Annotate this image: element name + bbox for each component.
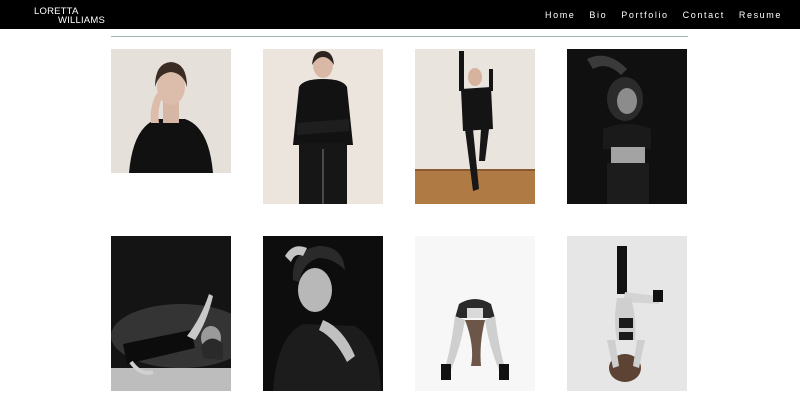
nav-portfolio[interactable]: Portfolio: [621, 10, 668, 20]
site-header: LORETTA WILLIAMS Home Bio Portfolio Cont…: [0, 0, 800, 29]
section-divider: [111, 36, 688, 37]
gallery-photo-2[interactable]: [263, 49, 383, 204]
gallery-photo-5[interactable]: [111, 236, 231, 391]
gallery-photo-1[interactable]: [111, 49, 231, 173]
gallery-photo-4[interactable]: [567, 49, 687, 204]
nav-resume[interactable]: Resume: [739, 10, 782, 20]
nav-contact[interactable]: Contact: [683, 10, 725, 20]
nav-bio[interactable]: Bio: [589, 10, 607, 20]
site-logo[interactable]: LORETTA WILLIAMS: [34, 7, 105, 26]
gallery-photo-7[interactable]: [415, 236, 535, 391]
nav-home[interactable]: Home: [545, 10, 575, 20]
logo-line-2: WILLIAMS: [58, 15, 105, 26]
gallery-photo-6[interactable]: [263, 236, 383, 391]
gallery-photo-8[interactable]: [567, 236, 687, 391]
main-nav: Home Bio Portfolio Contact Resume: [545, 10, 782, 20]
gallery-photo-3[interactable]: [415, 49, 535, 204]
